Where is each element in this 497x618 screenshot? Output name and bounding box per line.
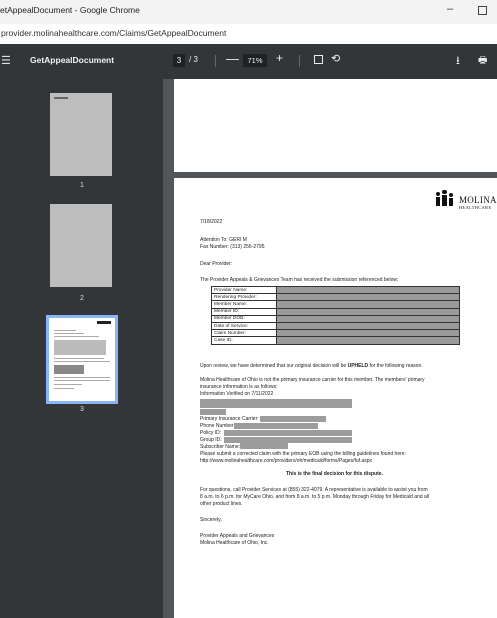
questions-line1: For questions, call Provider Services at… <box>200 487 428 493</box>
pdf-toolbar: ☰ GetAppealDocument 3 / 3 — 71% + ⟲ ⭳ 🖶 <box>0 44 497 79</box>
molina-logo-subtext: HEALTHCARE <box>459 205 492 210</box>
print-icon[interactable]: 🖶 <box>478 53 487 70</box>
thumbnail-logo-mark <box>97 321 111 324</box>
thumbnail-page-2[interactable] <box>50 204 112 287</box>
document-title: GetAppealDocument <box>30 55 115 65</box>
fit-to-page-icon[interactable] <box>314 55 323 64</box>
redaction-block <box>234 423 318 429</box>
page-total: / 3 <box>189 55 198 64</box>
questions-line2: 8 a.m. to 6 p.m. for MyCare Ohio, and fr… <box>200 494 429 500</box>
window-title: etAppealDocument - Google Chrome <box>0 5 140 15</box>
thumbnail-text-line <box>54 377 110 378</box>
redaction-block <box>200 399 352 408</box>
thumbnail-redaction <box>54 365 84 374</box>
claim-info-table: Provider Name: Rendering Provider: Membe… <box>211 285 460 345</box>
table-label: Member Name: <box>211 300 277 309</box>
greeting: Dear Provider: <box>200 261 233 267</box>
policy-id-label: Policy ID: <box>200 430 222 436</box>
table-row: Member ID: <box>211 307 460 316</box>
table-row: Date of Service: <box>211 321 460 331</box>
intro-line: The Provider Appeals & Grievances Team h… <box>200 277 399 283</box>
table-label: Provider Name: <box>211 285 277 295</box>
primary-carrier-label: Primary Insurance Carrier: <box>200 416 259 422</box>
thumbnail-text-line <box>54 330 76 331</box>
table-row: Member DOB: <box>211 314 460 323</box>
redaction-block <box>260 416 326 422</box>
thumbnail-label: 2 <box>80 295 84 302</box>
group-id-label: Group ID: <box>200 437 222 443</box>
thumbnail-page-3[interactable] <box>46 315 118 404</box>
thumbnail-text-line <box>54 380 110 381</box>
phone-number-label: Phone Number: <box>200 423 236 429</box>
forms-url[interactable]: http://www.molinahealthcare.com/provider… <box>200 458 372 464</box>
toolbar-divider <box>299 55 300 67</box>
redacted-cell <box>276 329 460 338</box>
molina-logo-icon <box>436 190 456 206</box>
table-label: Date of Service: <box>211 321 277 331</box>
minimize-button[interactable]: – <box>443 3 457 19</box>
zoom-in-button[interactable]: + <box>276 51 283 65</box>
para1-line2: insurance information is as follows: <box>200 384 278 390</box>
thumbnail-page-1[interactable] <box>50 93 112 176</box>
table-row: Provider Name: <box>211 285 460 295</box>
table-row: Rendering Provider: <box>211 293 460 302</box>
thumbnail-text-line <box>54 333 84 334</box>
thumbnail-table <box>54 340 106 355</box>
thumbnail-label: 1 <box>80 182 84 189</box>
table-label: Case ID: <box>211 336 277 345</box>
redaction-block <box>224 430 352 436</box>
url-text[interactable]: provider.molinahealthcare.com/Claims/Get… <box>1 28 226 38</box>
redacted-cell <box>276 321 460 331</box>
signature-line1: Provider Appeals and Grievances <box>200 533 275 539</box>
thumbnail-logo-mark <box>54 97 68 99</box>
redaction-block <box>200 409 226 415</box>
thumbnail-text-line <box>54 336 99 337</box>
table-label: Member DOB: <box>211 314 277 323</box>
letter-date: 7/18/2022 <box>200 219 223 225</box>
window-title-bar: etAppealDocument - Google Chrome – <box>0 0 497 24</box>
redacted-cell <box>276 285 460 295</box>
para1-line1: Molina Healthcare of Ohio is not the pri… <box>200 377 425 383</box>
table-label: Claim Number: <box>211 329 277 338</box>
table-row: Claim Number: <box>211 329 460 338</box>
previous-page-bottom <box>174 79 497 172</box>
menu-icon[interactable]: ☰ <box>1 54 11 67</box>
toolbar-divider <box>215 55 216 67</box>
table-label: Rendering Provider: <box>211 293 277 302</box>
thumbnail-text-line <box>54 388 74 389</box>
zoom-level-input[interactable]: 71% <box>243 54 267 67</box>
download-icon[interactable]: ⭳ <box>456 52 460 71</box>
closing: Sincerely, <box>200 517 222 523</box>
maximize-button[interactable] <box>478 6 487 15</box>
decision-line: Upon review, we have determined that our… <box>200 363 423 369</box>
current-page-input[interactable]: 3 <box>173 54 185 67</box>
thumbnail-text-line <box>54 358 104 359</box>
redacted-cell <box>276 336 460 345</box>
fax-line: Fax Number: (313) 256-2795 <box>200 244 265 250</box>
redacted-cell <box>276 300 460 309</box>
final-decision-line: This is the final decision for this disp… <box>286 471 383 477</box>
submit-instructions: Please submit a corrected claim with the… <box>200 451 406 457</box>
thumbnail-text-line <box>54 384 82 385</box>
thumbnail-sidebar: 1 2 3 <box>0 79 163 618</box>
thumbnail-label: 3 <box>80 406 84 413</box>
rotate-icon[interactable]: ⟲ <box>331 52 340 65</box>
table-row: Member Name: <box>211 300 460 309</box>
thumbnail-text-line <box>54 361 110 362</box>
molina-logo-text: MOLINA <box>459 195 497 205</box>
redacted-cell <box>276 293 460 302</box>
pdf-page-3: MOLINA HEALTHCARE 7/18/2022 Attention To… <box>174 178 497 618</box>
zoom-out-button[interactable]: — <box>226 51 239 66</box>
table-label: Member ID: <box>211 307 277 316</box>
address-bar[interactable]: provider.molinahealthcare.com/Claims/Get… <box>0 24 497 45</box>
redacted-cell <box>276 307 460 316</box>
table-row: Case ID: <box>211 336 460 345</box>
info-verified: Information Verified on 7/11/2022 <box>200 391 274 397</box>
redacted-cell <box>276 314 460 323</box>
questions-line3: other product lines. <box>200 501 243 507</box>
redaction-block <box>240 443 288 449</box>
signature-line2: Molina Healthcare of Ohio, Inc. <box>200 540 269 546</box>
attention-line: Attention To: GERI M <box>200 237 247 243</box>
subscriber-name-label: Subscriber Name: <box>200 444 241 450</box>
